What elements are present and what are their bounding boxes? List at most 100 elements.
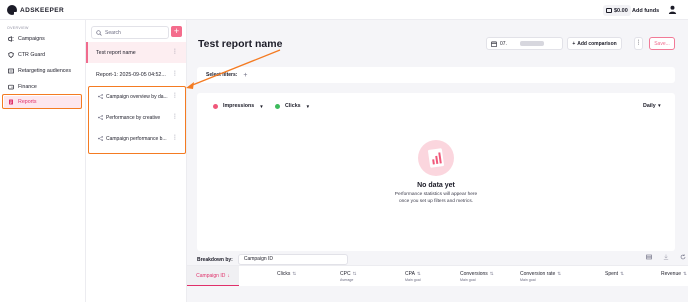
column-header-cpa[interactable]: CPA ⇅ Main goal [405,271,421,282]
balance-badge[interactable]: $0.00 [603,5,631,16]
metric-color-dot [213,103,218,109]
sort-icon: ⇅ [292,271,297,276]
table-header: Campaign ID ↓ Clicks ⇅ CPC ⇅ Average CPA ⇅ … [187,265,688,286]
wallet-icon [8,84,14,90]
add-filter-icon[interactable]: + [243,72,247,79]
metric-color-dot [275,103,280,109]
column-label: Conversion rate [520,271,556,277]
granularity-label: Daily [643,103,656,109]
column-label: Revenue [661,271,682,277]
column-sublabel: Average [340,278,354,282]
share-icon [98,136,103,141]
search-placeholder: Search [105,29,121,36]
report-item-label: Report-1: 2025-09-05 04:52... [96,71,166,78]
more-options-button[interactable]: ⋮ [634,37,643,50]
sidebar-item-label: Reports [18,99,37,105]
search-input[interactable]: Search [91,26,169,39]
column-label: Clicks [277,271,291,277]
breakdown-label: Breakdown by: [197,256,233,263]
main-content: Test report name 07. + Add comparison ⋮ … [187,20,688,302]
filters-label: Select filters: [206,72,238,78]
kebab-menu-icon[interactable]: ⋮ [172,114,178,120]
refresh-icon[interactable] [680,254,686,260]
logo-mark-icon [7,5,18,16]
download-icon[interactable] [663,254,669,260]
search-icon [96,29,102,36]
chevron-down-icon: ▼ [657,103,662,108]
report-item-label: Test report name [96,49,136,56]
column-header-campaign-id[interactable]: Campaign ID ↓ [187,266,239,286]
report-item[interactable]: Report-1: 2025-09-05 04:52... ⋮ [86,64,186,85]
column-label: Conversions [460,271,488,277]
template-item[interactable]: Performance by creative ⋮ [86,107,186,128]
sidebar-caption: OVERVIEW [7,26,29,30]
date-range-picker[interactable]: 07. [486,37,563,50]
logo-text: ADSKEEPER [20,6,65,14]
column-header-revenue[interactable]: Revenue ⇅ [661,271,687,277]
column-label: Campaign ID [196,272,226,279]
add-comparison-button[interactable]: + Add comparison [567,37,622,50]
template-item-label: Performance by creative [106,114,161,121]
template-item[interactable]: Campaign performance b... ⋮ [86,128,186,149]
column-sublabel: Main goal [405,278,421,282]
template-item[interactable]: Campaign overview by da... ⋮ [86,86,186,107]
column-sublabel: Main goal [460,278,476,282]
breakdown-select[interactable]: Campaign ID [237,254,348,265]
reports-panel: Search + Test report name ⋮ Report-1: 20… [86,20,187,302]
add-report-button[interactable]: + [171,26,182,37]
sort-icon: ⇅ [416,271,421,276]
plus-icon: + [572,40,576,47]
target-icon [8,68,14,74]
template-item-label: Campaign performance b... [106,135,167,142]
sidebar-item-label: Retargeting audiences [18,68,72,74]
logo[interactable]: ADSKEEPER [7,5,65,16]
calendar-icon [491,40,497,47]
add-comparison-label: Add comparison [577,40,617,47]
column-header-spent[interactable]: Spent ⇅ [605,271,624,277]
page-title: Test report name [198,38,283,50]
metric-label: Clicks [285,103,301,109]
column-header-cpc[interactable]: CPC ⇅ Average [340,271,356,282]
report-chart-icon [428,148,444,168]
sort-icon: ⇅ [683,271,687,276]
columns-icon[interactable] [646,254,652,260]
sidebar-item-finance[interactable]: Finance [4,81,82,93]
column-label: CPC [340,271,351,277]
report-item[interactable]: Test report name ⋮ [86,42,186,63]
column-header-conversions[interactable]: Conversions ⇅ Main goal [460,271,494,282]
sidebar: OVERVIEW Campaigns CTR Guard Retargeting… [0,20,86,302]
sort-icon: ⇅ [352,271,357,276]
sidebar-item-campaigns[interactable]: Campaigns [4,33,82,45]
sidebar-item-label: Finance [18,84,37,90]
column-header-conversion-rate[interactable]: Conversion rate ⇅ Main goal [520,271,561,282]
sidebar-item-label: Campaigns [18,36,45,42]
user-icon[interactable] [668,5,677,14]
empty-state-title: No data yet [417,182,455,189]
column-header-clicks[interactable]: Clicks ⇅ [277,271,296,277]
sidebar-item-retargeting[interactable]: Retargeting audiences [4,65,82,77]
kebab-menu-icon[interactable]: ⋮ [172,71,178,77]
chevron-down-icon: ▼ [305,103,311,109]
empty-state-text: Performance statistics will appear here [394,192,478,197]
kebab-menu-icon[interactable]: ⋮ [172,93,178,99]
megaphone-icon [8,36,14,42]
kebab-menu-icon[interactable]: ⋮ [172,49,178,55]
kebab-menu-icon[interactable]: ⋮ [172,135,178,141]
chart-card: Impressions ▼ Clicks ▼ Daily ▼ No data y… [197,93,675,251]
granularity-selector[interactable]: Daily ▼ [643,103,662,109]
empty-state-illustration [418,140,454,176]
sort-desc-icon: ↓ [227,272,230,279]
sort-icon: ⇅ [489,271,494,276]
sidebar-item-reports[interactable]: Reports [4,96,82,108]
metric-selector-impressions[interactable]: Impressions ▼ [213,103,264,109]
sidebar-item-ctr-guard[interactable]: CTR Guard [4,49,82,61]
add-funds-button[interactable]: Add funds [629,5,662,16]
column-label: CPA [405,271,415,277]
chevron-down-icon: ▼ [259,103,264,109]
save-button[interactable]: Save... [649,37,675,50]
date-prefix: 07. [500,40,507,47]
column-label: Spent [605,271,619,277]
metric-selector-clicks[interactable]: Clicks ▼ [275,103,310,109]
filters-bar: Select filters: + [197,67,675,83]
wallet-icon [606,8,612,13]
